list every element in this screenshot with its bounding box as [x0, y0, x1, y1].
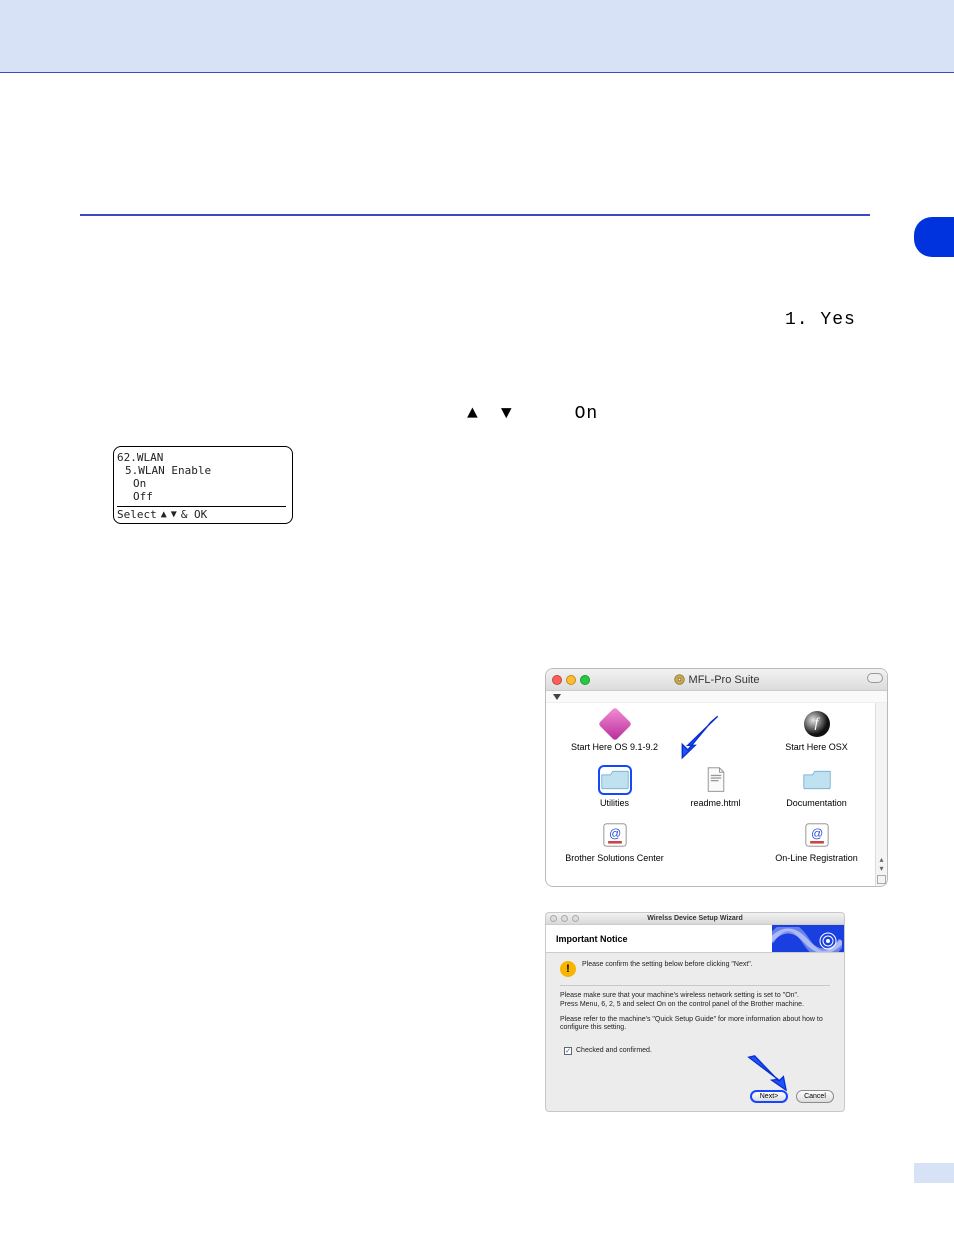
lcd-line-2: 5.WLAN Enable — [125, 464, 286, 477]
document-icon — [705, 767, 727, 793]
file-documentation[interactable]: Documentation — [766, 765, 867, 821]
wizard-body: ! Please confirm the setting below befor… — [546, 953, 844, 1056]
page-number-tab — [914, 1163, 954, 1183]
divider — [560, 985, 830, 986]
scroll-up-icon[interactable]: ▴ — [879, 855, 883, 864]
svg-text:@: @ — [608, 827, 620, 841]
wizard-header: Important Notice — [546, 925, 844, 953]
wizard-art-icon — [772, 925, 844, 952]
wizard-text-2a: Please make sure that your machine's wir… — [560, 992, 830, 1001]
lcd-display: 62.WLAN 5.WLAN Enable On Off Select ▲ ▼ … — [113, 446, 293, 524]
callout-arrow-icon — [746, 1055, 792, 1091]
section-rule — [80, 214, 870, 216]
wizard-heading: Important Notice — [556, 934, 628, 944]
wizard-window: Wirelss Device Setup Wizard Important No… — [545, 912, 845, 1112]
finder-window: MFL-Pro Suite Start Here OS 9.1-9.2 f St… — [545, 668, 888, 887]
on-text: On — [575, 404, 599, 424]
lcd-ok-label: & OK — [181, 508, 208, 521]
finder-scrollbar[interactable]: ▴ ▾ — [875, 703, 887, 886]
page-top-banner — [0, 0, 954, 73]
wizard-titlebar[interactable]: Wirelss Device Setup Wizard — [546, 913, 844, 925]
installer-icon — [598, 707, 632, 741]
side-thumb-tab — [914, 217, 954, 257]
up-arrow-glyph: ▲ — [467, 404, 479, 424]
scroll-grip-icon[interactable] — [877, 875, 886, 884]
disc-icon — [674, 674, 685, 685]
callout-arrow-icon — [674, 714, 720, 760]
wizard-buttons: Next> Cancel — [750, 1090, 834, 1103]
file-label: On-Line Registration — [775, 853, 858, 863]
file-label: Utilities — [600, 798, 629, 808]
file-label: Start Here OS 9.1-9.2 — [571, 742, 658, 752]
finder-title-text: MFL-Pro Suite — [689, 674, 760, 686]
folder-icon — [600, 769, 630, 791]
file-label: Brother Solutions Center — [565, 853, 664, 863]
wizard-text-1: Please confirm the setting below before … — [582, 961, 753, 970]
disclosure-icon — [552, 693, 562, 701]
checkbox-label: Checked and confirmed. — [576, 1047, 652, 1056]
lcd-line-4: Off — [133, 490, 286, 503]
svg-text:@: @ — [810, 827, 822, 841]
lcd-select-row: Select ▲ ▼ & OK — [117, 506, 286, 521]
file-start-here-osx[interactable]: f Start Here OSX — [766, 709, 867, 765]
weblink-icon: @ — [603, 823, 627, 847]
file-label: readme.html — [690, 798, 740, 808]
finder-toolbar — [546, 691, 887, 703]
lcd-line-1: 62.WLAN — [117, 451, 286, 464]
down-arrow-glyph: ▼ — [171, 508, 177, 521]
file-utilities[interactable]: Utilities — [564, 765, 665, 821]
key-hint-row: ▲ ▼ On — [467, 404, 598, 424]
up-arrow-glyph: ▲ — [161, 508, 167, 521]
lcd-select-label: Select — [117, 508, 157, 521]
finder-title: MFL-Pro Suite — [546, 674, 887, 686]
toolbar-toggle-icon[interactable] — [867, 673, 883, 683]
installer-osx-icon: f — [804, 711, 830, 737]
next-button[interactable]: Next> — [750, 1090, 788, 1103]
empty-cell — [665, 820, 766, 876]
finder-titlebar[interactable]: MFL-Pro Suite — [546, 669, 887, 691]
scroll-down-icon[interactable]: ▾ — [879, 864, 883, 873]
file-label: Documentation — [786, 798, 847, 808]
wizard-text-2b: Press Menu, 6, 2, 5 and select On on the… — [560, 1001, 830, 1010]
yes-text: 1. Yes — [785, 310, 856, 330]
wizard-title: Wirelss Device Setup Wizard — [546, 915, 844, 922]
down-arrow-glyph: ▼ — [501, 404, 513, 424]
file-readme[interactable]: readme.html — [665, 765, 766, 821]
lcd-line-3: On — [133, 477, 286, 490]
warning-icon: ! — [560, 961, 576, 977]
cancel-button[interactable]: Cancel — [796, 1090, 834, 1103]
file-brother-solutions[interactable]: @ Brother Solutions Center — [564, 820, 665, 876]
file-start-here-91[interactable]: Start Here OS 9.1-9.2 — [564, 709, 665, 765]
file-online-registration[interactable]: @ On-Line Registration — [766, 820, 867, 876]
weblink-icon: @ — [805, 823, 829, 847]
wizard-text-3: Please refer to the machine's "Quick Set… — [560, 1016, 830, 1034]
file-label: Start Here OSX — [785, 742, 848, 752]
checkbox-icon[interactable]: ✓ — [564, 1047, 572, 1055]
folder-icon — [802, 769, 832, 791]
